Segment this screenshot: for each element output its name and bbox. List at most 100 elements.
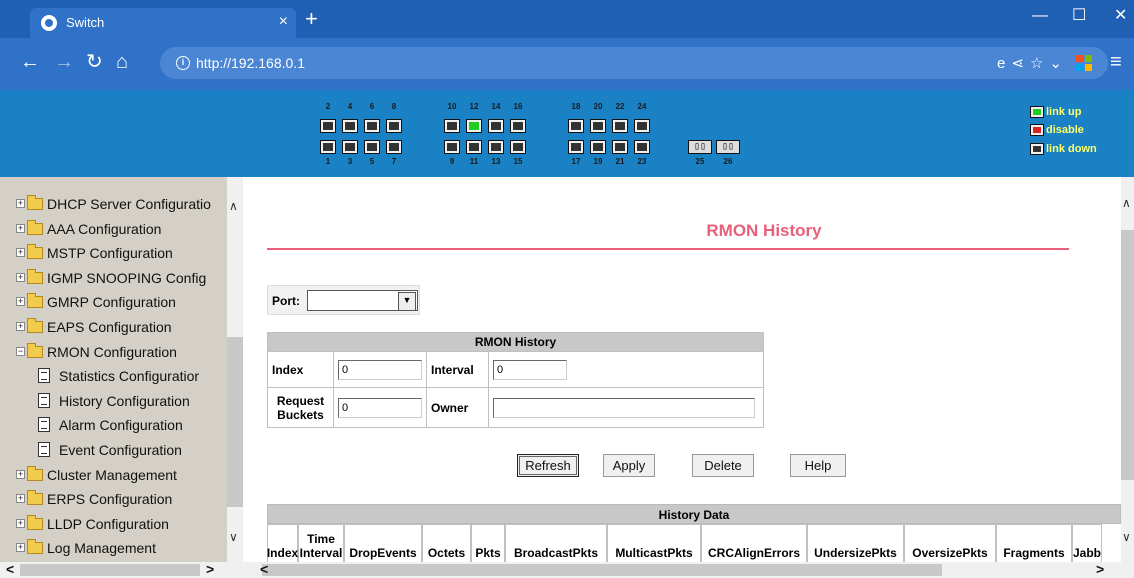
- history-column-header: OversizePkts: [904, 524, 996, 562]
- scroll-right-icon[interactable]: >: [206, 561, 214, 577]
- browser-tab[interactable]: Switch ×: [30, 8, 296, 38]
- expand-icon[interactable]: +: [16, 543, 25, 553]
- info-icon[interactable]: i: [176, 56, 190, 70]
- port-24-icon[interactable]: [634, 119, 650, 133]
- port-select[interactable]: [307, 290, 418, 311]
- scroll-up-icon[interactable]: ∧: [1122, 196, 1131, 210]
- port-number-24: 24: [637, 102, 647, 111]
- delete-button[interactable]: Delete: [692, 454, 754, 477]
- fiber-port-26-icon[interactable]: ▯▯: [716, 140, 740, 154]
- interval-input[interactable]: [493, 359, 567, 380]
- help-button[interactable]: Help: [790, 454, 846, 477]
- expand-icon[interactable]: +: [16, 272, 25, 282]
- home-icon[interactable]: ⌂: [116, 51, 128, 73]
- port-15-icon[interactable]: [510, 140, 526, 154]
- port-14-icon[interactable]: [488, 119, 504, 133]
- sidebar-tree: + DHCP Server Configuratio + AAA Configurat…: [0, 177, 243, 562]
- buckets-input[interactable]: [338, 397, 422, 418]
- port-9-icon[interactable]: [444, 140, 460, 154]
- folder-icon: [27, 490, 43, 506]
- owner-input[interactable]: [493, 397, 755, 418]
- history-column-header: Fragments: [996, 524, 1072, 562]
- port-11-icon[interactable]: [466, 140, 482, 154]
- forward-icon[interactable]: →: [54, 51, 74, 73]
- expand-icon[interactable]: +: [16, 494, 25, 504]
- expand-icon[interactable]: +: [16, 223, 25, 233]
- sidebar-hscroll-thumb[interactable]: [20, 564, 200, 576]
- legend-link-up: link up: [1046, 106, 1082, 118]
- port-21-icon[interactable]: [612, 140, 628, 154]
- port-20-icon[interactable]: [590, 119, 606, 133]
- port-13-icon[interactable]: [488, 140, 504, 154]
- port-7-icon[interactable]: [386, 140, 402, 154]
- port-number-20: 20: [593, 102, 603, 111]
- main-scroll-thumb[interactable]: [1121, 230, 1134, 480]
- index-input[interactable]: [338, 359, 422, 380]
- port-19-icon[interactable]: [590, 140, 606, 154]
- chevron-down-icon[interactable]: ⌄: [1049, 55, 1068, 72]
- fiber-port-25-icon[interactable]: ▯▯: [688, 140, 712, 154]
- apps-icon[interactable]: [1076, 55, 1092, 71]
- sidebar-item-label: MSTP Configuration: [47, 245, 173, 262]
- expand-icon[interactable]: +: [16, 322, 25, 331]
- expand-icon[interactable]: +: [16, 518, 25, 528]
- sidebar-item-label: AAA Configuration: [47, 220, 162, 237]
- port-10-icon[interactable]: [444, 119, 460, 133]
- port-3-icon[interactable]: [342, 140, 358, 154]
- expand-icon[interactable]: +: [16, 469, 25, 479]
- close-icon[interactable]: ✕: [1114, 6, 1127, 26]
- expand-icon[interactable]: +: [16, 297, 25, 307]
- history-column-header: MulticastPkts: [607, 524, 701, 562]
- port-22-icon[interactable]: [612, 119, 628, 133]
- port-2-icon[interactable]: [320, 119, 336, 133]
- legend-link-down: link down: [1046, 143, 1097, 155]
- port-16-icon[interactable]: [510, 119, 526, 133]
- scroll-up-icon[interactable]: ∧: [229, 199, 238, 213]
- buckets-label: Request Buckets: [267, 387, 334, 428]
- port-number-1: 1: [325, 157, 331, 166]
- address-bar-actions[interactable]: e⋖☆⌄: [997, 54, 1068, 72]
- refresh-button[interactable]: Refresh: [517, 454, 579, 477]
- port-number-11: 11: [469, 157, 479, 166]
- port-4-icon[interactable]: [342, 119, 358, 133]
- port-number-22: 22: [615, 102, 625, 111]
- expand-icon[interactable]: +: [16, 199, 25, 208]
- port-number-9: 9: [449, 157, 455, 166]
- port-1-icon[interactable]: [320, 140, 336, 154]
- folder-icon: [27, 195, 43, 210]
- history-column-header: Index: [267, 524, 298, 562]
- maximize-icon[interactable]: ☐: [1072, 6, 1086, 26]
- address-bar[interactable]: i http://192.168.0.1 e⋖☆⌄: [160, 47, 1108, 79]
- sidebar-item-label: LLDP Configuration: [47, 515, 169, 532]
- scroll-down-icon[interactable]: ∨: [229, 530, 238, 544]
- url-text[interactable]: http://192.168.0.1: [196, 55, 305, 71]
- sidebar-item-label: IGMP SNOOPING Config: [47, 269, 207, 286]
- reload-icon[interactable]: ↻: [86, 51, 103, 73]
- port-6-icon[interactable]: [364, 119, 380, 133]
- port-5-icon[interactable]: [364, 140, 380, 154]
- collapse-icon[interactable]: −: [16, 346, 25, 356]
- minimize-icon[interactable]: —: [1032, 6, 1048, 26]
- back-icon[interactable]: ←: [20, 51, 40, 73]
- tab-close-icon[interactable]: ×: [279, 13, 288, 31]
- menu-icon[interactable]: ≡: [1110, 52, 1122, 72]
- new-tab-button[interactable]: +: [305, 8, 318, 30]
- ie-mode-icon[interactable]: e: [997, 55, 1011, 72]
- port-12-icon[interactable]: [466, 119, 482, 133]
- apply-button[interactable]: Apply: [603, 454, 655, 477]
- port-number-25: 25: [695, 157, 705, 166]
- history-column-header: UndersizePkts: [807, 524, 904, 562]
- expand-icon[interactable]: +: [16, 248, 25, 258]
- sidebar-scroll-thumb[interactable]: [227, 337, 243, 507]
- scroll-right-icon[interactable]: >: [1096, 561, 1104, 577]
- port-18-icon[interactable]: [568, 119, 584, 133]
- share-icon[interactable]: ⋖: [1011, 55, 1030, 72]
- scroll-down-icon[interactable]: ∨: [1122, 530, 1131, 544]
- port-8-icon[interactable]: [386, 119, 402, 133]
- scroll-left-icon[interactable]: <: [260, 561, 268, 577]
- main-hscroll-thumb[interactable]: [262, 564, 942, 576]
- star-icon[interactable]: ☆: [1030, 55, 1049, 72]
- scroll-left-icon[interactable]: <: [6, 561, 14, 577]
- port-17-icon[interactable]: [568, 140, 584, 154]
- port-23-icon[interactable]: [634, 140, 650, 154]
